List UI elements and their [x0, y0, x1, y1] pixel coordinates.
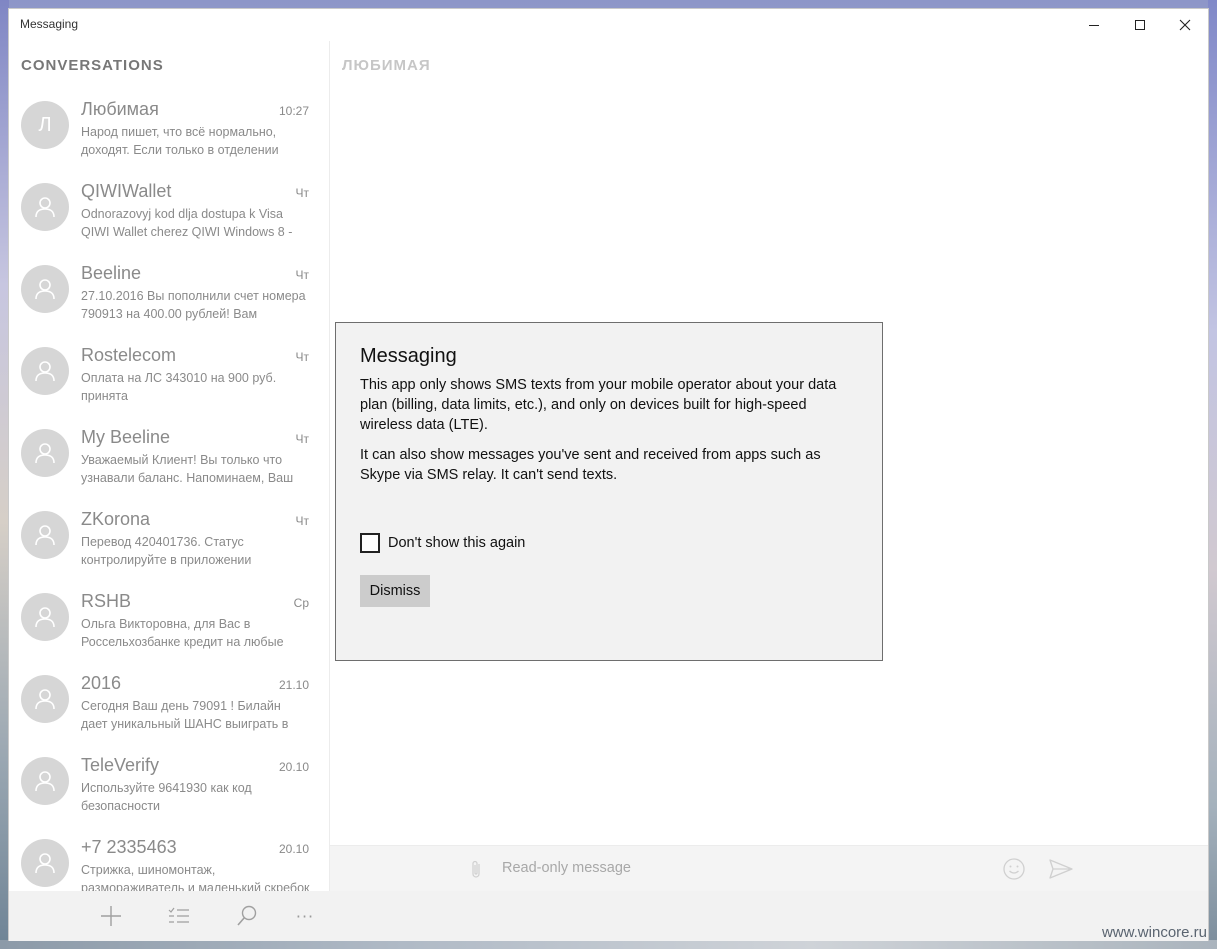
avatar: [21, 839, 69, 887]
conversation-time: Чт: [295, 432, 310, 446]
conversation-item[interactable]: +7 2335463 20.10 Стрижка, шиномонтаж, разм…: [9, 831, 329, 891]
conversation-list[interactable]: Л Любимая 10:27 Народ пишет, что всё нормал…: [9, 93, 329, 891]
person-icon: [35, 361, 55, 382]
plus-icon: [101, 906, 121, 926]
minimize-button[interactable]: [1071, 9, 1117, 41]
avatar: [21, 675, 69, 723]
conversation-time: Чт: [295, 514, 310, 528]
avatar: [21, 429, 69, 477]
conversation-preview: Используйте 9641930 как код безопасности: [81, 781, 252, 813]
checklist-icon: [168, 907, 189, 923]
window-title: Messaging: [20, 17, 79, 31]
watermark: www.wincore.ru: [1101, 924, 1207, 941]
select-button[interactable]: [163, 901, 195, 931]
paperclip-icon[interactable]: [470, 860, 484, 880]
dismiss-button[interactable]: Dismiss: [360, 575, 430, 607]
conversation-preview: Стрижка, шиномонтаж, размораживатель и м…: [81, 863, 310, 891]
dont-show-again-checkbox[interactable]: [360, 533, 380, 553]
conversation-preview: Оплата на ЛС 343010 на 900 руб. принята: [81, 371, 277, 403]
dialog-title: Messaging: [360, 345, 457, 367]
message-input[interactable]: Read-only message: [502, 860, 631, 876]
person-icon: [35, 197, 55, 218]
maximize-button[interactable]: [1117, 9, 1163, 41]
conversation-time: 21.10: [278, 678, 309, 692]
title-bar[interactable]: Messaging: [9, 9, 1208, 41]
maximize-icon: [1135, 20, 1145, 30]
dont-show-again-label[interactable]: Don't show this again: [388, 535, 525, 551]
conversation-item[interactable]: My Beeline Чт Уважаемый Клиент! Вы только …: [9, 421, 329, 503]
minimize-icon: [1089, 24, 1099, 26]
conversation-time: Чт: [295, 186, 310, 200]
conversation-item[interactable]: Rostelecom Чт Оплата на ЛС 343010 на 900 р…: [9, 339, 329, 421]
avatar: [21, 347, 69, 395]
person-icon: [35, 771, 55, 792]
conversation-time: Чт: [295, 350, 310, 364]
close-button[interactable]: [1162, 9, 1208, 41]
emoji-icon[interactable]: [1002, 857, 1026, 881]
conversation-title: ЛЮБИМАЯ: [342, 57, 431, 74]
person-icon: [35, 607, 55, 628]
conversation-name: QIWIWallet: [81, 181, 172, 201]
conversation-preview: 27.10.2016 Вы пополнили счет номера 7909…: [81, 289, 306, 321]
avatar: Л: [21, 101, 69, 149]
conversation-preview: Перевод 420401736. Статус контролируйте …: [81, 535, 252, 567]
conversation-preview: Уважаемый Клиент! Вы только что узнавали…: [81, 453, 294, 485]
app-bar: ···: [9, 891, 1208, 941]
conversation-name: Любимая: [81, 99, 159, 119]
conversation-item[interactable]: RSHB Ср Ольга Викторовна, для Вас в Россел…: [9, 585, 329, 667]
avatar: [21, 757, 69, 805]
conversation-name: ZKorona: [81, 509, 151, 529]
dont-show-again-row[interactable]: Don't show this again: [360, 533, 525, 553]
conversation-time: Ср: [293, 596, 309, 610]
conversations-header: CONVERSATIONS: [21, 57, 164, 74]
send-icon[interactable]: [1048, 858, 1074, 880]
new-message-button[interactable]: [95, 901, 127, 931]
conversation-time: Чт: [295, 268, 310, 282]
more-button[interactable]: ···: [289, 901, 321, 931]
search-icon: [237, 905, 257, 926]
avatar: [21, 183, 69, 231]
conversation-name: Rostelecom: [81, 345, 177, 365]
conversation-item[interactable]: QIWIWallet Чт Odnorazovyj kod dlja dostupa…: [9, 175, 329, 257]
person-icon: [35, 279, 55, 300]
desktop-background: [0, 940, 1217, 949]
search-button[interactable]: [231, 901, 263, 931]
conversation-item[interactable]: TeleVerify 20.10 Используйте 9641930 как к…: [9, 749, 329, 831]
dialog-paragraph: This app only shows SMS texts from your …: [360, 377, 837, 433]
conversation-preview: Народ пишет, что всё нормально, доходят.…: [81, 125, 279, 157]
conversation-name: 2016: [81, 673, 122, 693]
conversation-pane: CONVERSATIONS Л Любимая 10:27 Народ пишет, …: [9, 41, 329, 891]
person-icon: [35, 689, 55, 710]
conversation-time: 20.10: [278, 842, 309, 856]
conversation-time: 20.10: [278, 760, 309, 774]
person-icon: [35, 525, 55, 546]
conversation-name: RSHB: [81, 591, 132, 611]
person-icon: [35, 853, 55, 874]
compose-bar: Read-only message: [330, 845, 1208, 891]
conversation-name: My Beeline: [81, 427, 171, 447]
conversation-preview: Odnorazovyj kod dlja dostupa k Visa QIWI…: [81, 207, 293, 239]
conversation-preview: Ольга Викторовна, для Вас в Россельхозба…: [81, 617, 284, 649]
avatar: [21, 265, 69, 313]
dialog-paragraph: It can also show messages you've sent an…: [360, 447, 821, 483]
conversation-item[interactable]: 2016 21.10 Сегодня Ваш день 79091 ! Билайн…: [9, 667, 329, 749]
conversation-name: Beeline: [81, 263, 142, 283]
conversation-item[interactable]: Л Любимая 10:27 Народ пишет, что всё нормал…: [9, 93, 329, 175]
desktop-background: [1208, 0, 1217, 949]
info-dialog: Messaging This app only shows SMS texts …: [335, 322, 883, 661]
conversation-time: 10:27: [278, 104, 309, 118]
messaging-window: Messaging CONVERSATIONS Л Любимая 10:27 Нар…: [8, 8, 1209, 941]
avatar: [21, 511, 69, 559]
conversation-preview: Сегодня Ваш день 79091 ! Билайн дает уни…: [81, 699, 289, 731]
conversation-item[interactable]: Beeline Чт 27.10.2016 Вы пополнили счет но…: [9, 257, 329, 339]
conversation-name: TeleVerify: [81, 755, 160, 775]
close-icon: [1179, 19, 1191, 31]
conversation-item[interactable]: ZKorona Чт Перевод 420401736. Статус контр…: [9, 503, 329, 585]
person-icon: [35, 443, 55, 464]
avatar: [21, 593, 69, 641]
conversation-name: +7 2335463: [81, 837, 177, 857]
